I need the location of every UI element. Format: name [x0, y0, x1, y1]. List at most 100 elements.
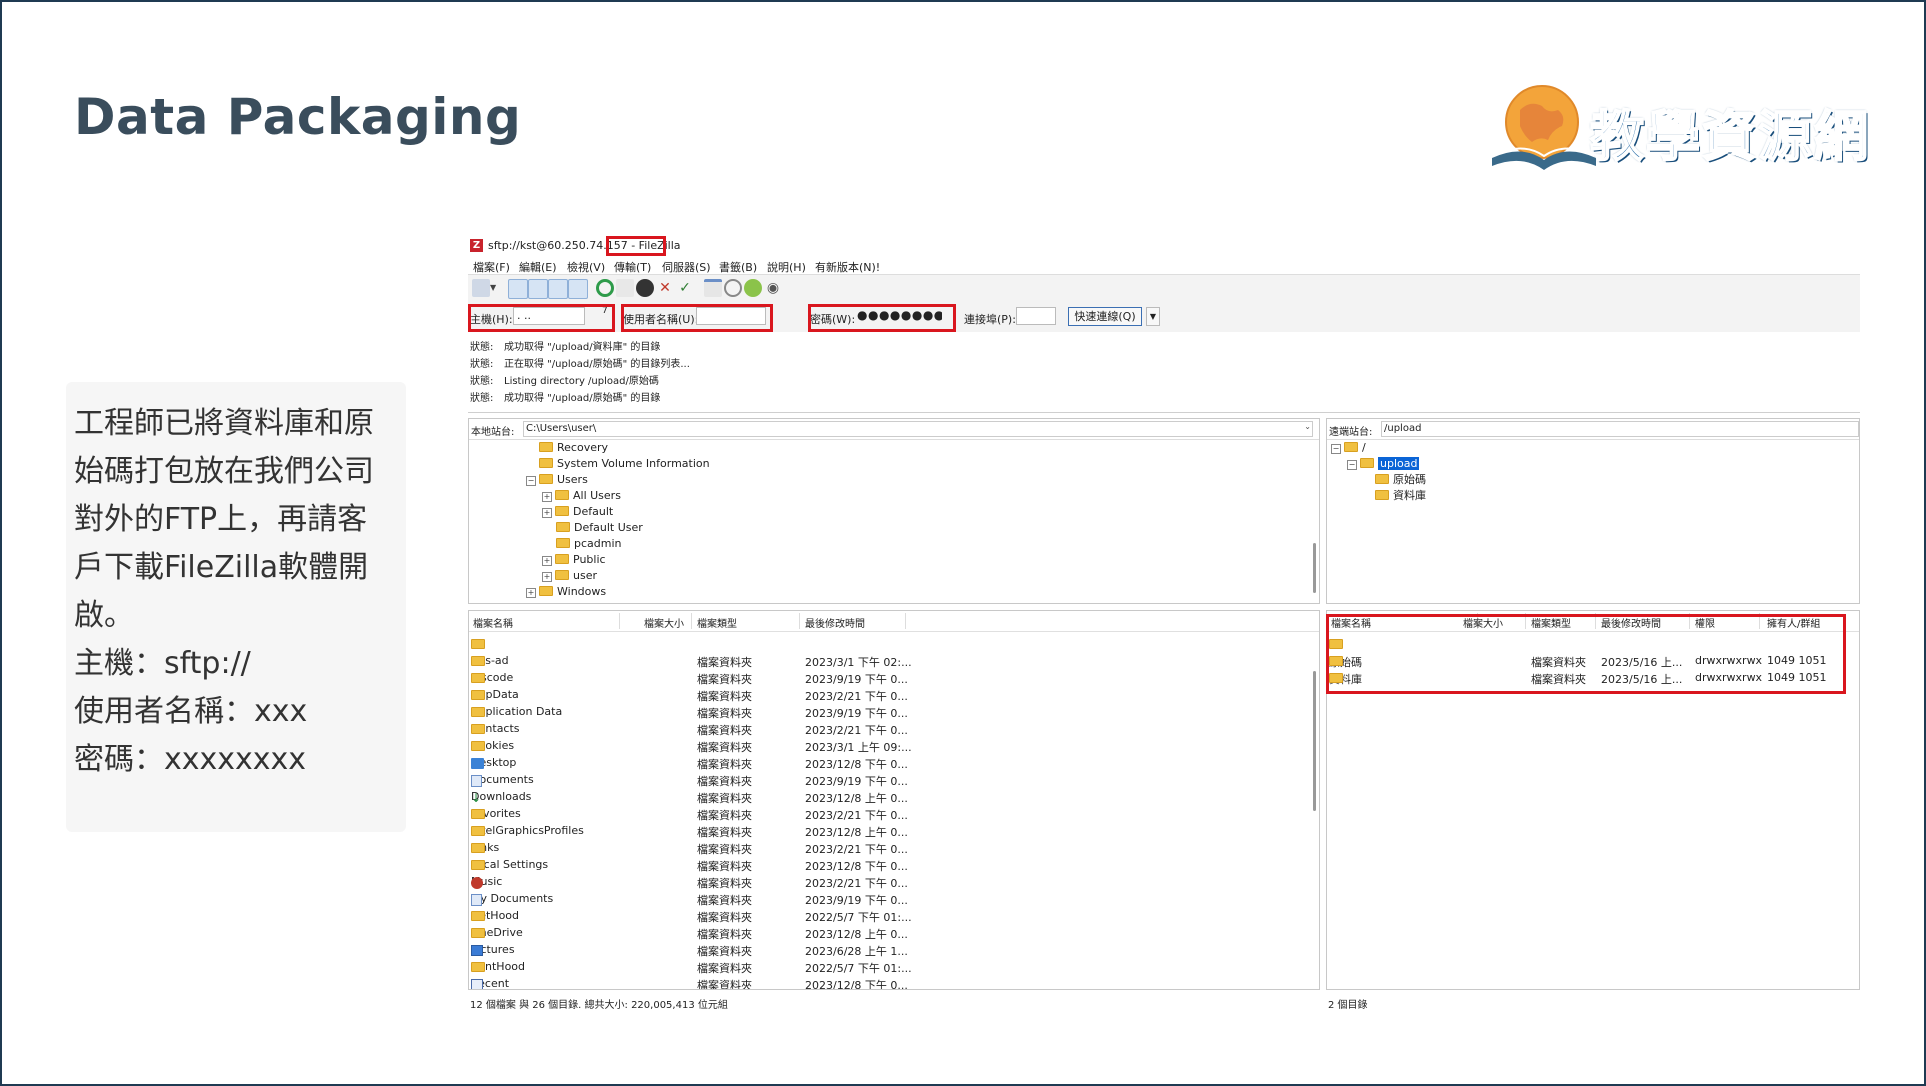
file-name: Pictures — [471, 943, 515, 956]
refresh-icon[interactable] — [596, 279, 614, 297]
menu-server[interactable]: 伺服器(S) — [662, 259, 711, 275]
search-icon[interactable] — [724, 279, 742, 297]
toggle-log-icon[interactable] — [508, 279, 528, 299]
reconnect-icon[interactable]: ✓ — [676, 279, 694, 297]
binoculars-icon[interactable]: ◉ — [764, 279, 782, 297]
site-manager-icon[interactable] — [472, 279, 490, 297]
remote-tree-item[interactable]: 原始碼 — [1375, 473, 1426, 489]
local-path-dropdown-icon[interactable]: ⌄ — [1304, 422, 1311, 431]
file-type: 檔案資料夾 — [697, 707, 752, 720]
collapse-icon[interactable]: − — [1347, 460, 1357, 470]
local-file-row[interactable]: Favorites 檔案資料夾 2023/2/21 下午 0... — [469, 805, 1319, 822]
menu-transfer[interactable]: 傳輸(T) — [614, 259, 651, 275]
local-file-row[interactable]: Local Settings 檔案資料夾 2023/12/8 下午 0... — [469, 856, 1319, 873]
site-manager-dropdown-icon[interactable]: ▼ — [490, 279, 498, 297]
folder-icon — [471, 673, 485, 683]
expand-icon[interactable]: + — [542, 556, 552, 566]
process-queue-icon[interactable] — [616, 279, 634, 297]
local-file-row[interactable]: .. — [469, 635, 1319, 652]
local-file-row[interactable]: Links 檔案資料夾 2023/2/21 下午 0... — [469, 839, 1319, 856]
collapse-icon[interactable]: − — [1331, 444, 1341, 454]
local-file-row[interactable]: NetHood 檔案資料夾 2022/5/7 下午 01:... — [469, 907, 1319, 924]
remote-tree-item[interactable]: 資料庫 — [1375, 489, 1426, 505]
column-header-type[interactable]: 檔案類型 — [697, 615, 737, 630]
toggle-local-tree-icon[interactable] — [528, 279, 548, 299]
expand-icon[interactable]: + — [526, 588, 536, 598]
remote-site-path[interactable]: /upload — [1381, 421, 1859, 437]
local-file-row[interactable]: Contacts 檔案資料夾 2023/2/21 下午 0... — [469, 720, 1319, 737]
menu-edit[interactable]: 編輯(E) — [519, 259, 557, 275]
disconnect-icon[interactable]: ✕ — [656, 279, 674, 297]
menu-bookmarks[interactable]: 書籤(B) — [719, 259, 757, 275]
collapse-icon[interactable]: − — [526, 476, 536, 486]
column-header-name[interactable]: 檔案名稱 — [473, 615, 513, 630]
local-tree-item[interactable]: System Volume Information — [539, 457, 710, 473]
local-tree-item[interactable]: + Public — [542, 553, 606, 569]
highlight-remote-files — [1326, 614, 1846, 694]
menu-file[interactable]: 檔案(F) — [473, 259, 510, 275]
local-file-row[interactable]: Documents 檔案資料夾 2023/9/19 下午 0... — [469, 771, 1319, 788]
menu-view[interactable]: 檢視(V) — [567, 259, 605, 275]
folder-icon — [555, 490, 569, 500]
expand-icon[interactable]: + — [542, 508, 552, 518]
menu-bar: 檔案(F) 編輯(E) 檢視(V) 傳輸(T) 伺服器(S) 書籤(B) 說明(… — [468, 256, 1860, 274]
remote-tree-item[interactable]: − / — [1331, 441, 1366, 457]
local-file-row[interactable]: PrintHood 檔案資料夾 2022/5/7 下午 01:... — [469, 958, 1319, 975]
local-file-row[interactable]: Recent 檔案資料夾 2023/12/8 下午 0... — [469, 975, 1319, 989]
folder-icon — [1344, 442, 1358, 452]
local-tree-item[interactable]: + Windows — [526, 585, 606, 601]
local-file-row[interactable]: AppData 檔案資料夾 2023/2/21 下午 0... — [469, 686, 1319, 703]
file-type: 檔案資料夾 — [697, 775, 752, 788]
file-modified: 2023/2/21 下午 0... — [805, 690, 908, 703]
remote-tree-item[interactable]: − upload — [1347, 457, 1420, 473]
local-file-row[interactable]: IntelGraphicsProfiles 檔案資料夾 2023/12/8 上午 0… — [469, 822, 1319, 839]
compare-icon[interactable] — [744, 279, 762, 297]
file-type: 檔案資料夾 — [697, 843, 752, 856]
column-header-modified[interactable]: 最後修改時間 — [805, 615, 865, 630]
file-name: Links — [471, 841, 500, 854]
local-file-row[interactable]: Desktop 檔案資料夾 2023/12/8 下午 0... — [469, 754, 1319, 771]
expand-icon[interactable]: + — [542, 572, 552, 582]
local-file-row[interactable]: ↓ Downloads 檔案資料夾 2023/12/8 上午 0... — [469, 788, 1319, 805]
folder-icon — [1360, 458, 1374, 468]
logo: 教學資源網 — [1490, 80, 1870, 180]
local-tree-item[interactable]: + Default — [542, 505, 613, 521]
column-header-size[interactable]: 檔案大小 — [644, 615, 684, 630]
quickconnect-button[interactable]: 快速連線(Q) — [1068, 307, 1142, 326]
file-modified: 2023/2/21 下午 0... — [805, 724, 908, 737]
menu-new-version[interactable]: 有新版本(N)! — [815, 259, 880, 275]
highlight-host — [468, 304, 615, 332]
expand-icon[interactable]: + — [542, 492, 552, 502]
local-file-row[interactable]: Application Data 檔案資料夾 2023/9/19 下午 0... — [469, 703, 1319, 720]
description-box: 工程師已將資料庫和原 始碼打包放在我們公司 對外的FTP上，再請客 戶下載Fil… — [66, 382, 406, 832]
port-input[interactable] — [1016, 307, 1056, 325]
quickconnect-dropdown-icon[interactable]: ▼ — [1146, 307, 1160, 326]
local-tree-item[interactable]: + user — [542, 569, 597, 585]
local-file-row[interactable]: .vscode 檔案資料夾 2023/9/19 下午 0... — [469, 669, 1319, 686]
local-file-row[interactable]: .ms-ad 檔案資料夾 2023/3/1 下午 02:... — [469, 652, 1319, 669]
local-list-scrollbar[interactable] — [1313, 671, 1316, 811]
local-file-row[interactable]: Music 檔案資料夾 2023/2/21 下午 0... — [469, 873, 1319, 890]
local-file-row[interactable]: Cookies 檔案資料夾 2023/3/1 上午 09:... — [469, 737, 1319, 754]
toggle-remote-tree-icon[interactable] — [548, 279, 568, 299]
local-tree-scrollbar[interactable] — [1313, 543, 1316, 593]
local-tree-item[interactable]: pcadmin — [556, 537, 622, 553]
toggle-queue-icon[interactable] — [568, 279, 588, 299]
file-type: 檔案資料夾 — [697, 809, 752, 822]
local-file-row[interactable]: Pictures 檔案資料夾 2023/6/28 上午 1... — [469, 941, 1319, 958]
folder-icon — [471, 741, 485, 751]
local-tree-item[interactable]: Default User — [556, 521, 643, 537]
local-file-row[interactable]: OneDrive 檔案資料夾 2023/12/8 上午 0... — [469, 924, 1319, 941]
filter-icon[interactable] — [704, 279, 722, 297]
file-name: .. — [471, 637, 485, 650]
file-name: NetHood — [471, 909, 520, 922]
file-name: Contacts — [471, 722, 520, 735]
menu-help[interactable]: 說明(H) — [767, 259, 806, 275]
cancel-icon[interactable] — [636, 279, 654, 297]
local-tree-item[interactable]: + All Users — [542, 489, 621, 505]
local-tree-item[interactable]: − Users — [526, 473, 588, 489]
local-site-path[interactable]: C:\Users\user\ — [523, 421, 1313, 437]
local-file-row[interactable]: My Documents 檔案資料夾 2023/9/19 下午 0... — [469, 890, 1319, 907]
local-tree-item[interactable]: Recovery — [539, 441, 608, 457]
file-type: 檔案資料夾 — [697, 758, 752, 771]
